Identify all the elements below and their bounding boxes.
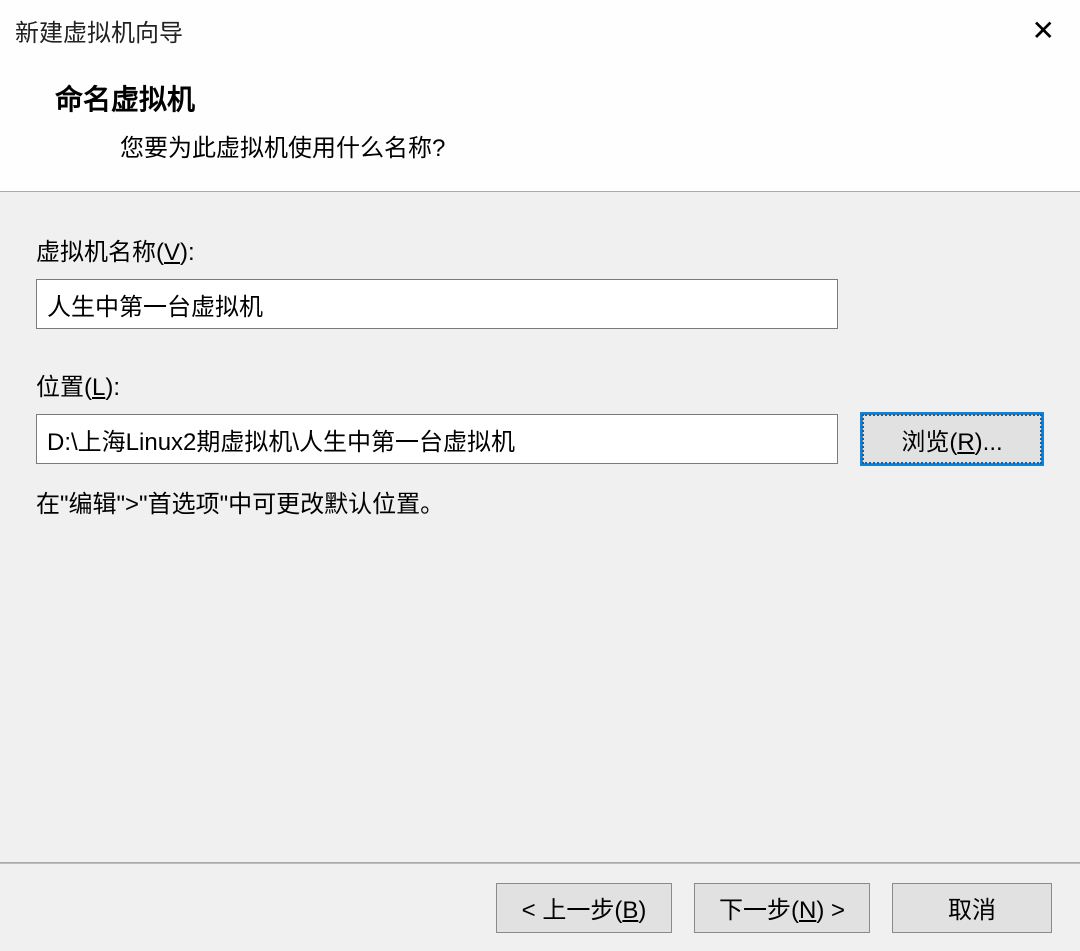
page-subtitle: 您要为此虚拟机使用什么名称?: [55, 128, 1080, 163]
window-title: 新建虚拟机向导: [15, 13, 183, 48]
title-bar: 新建虚拟机向导 ✕: [0, 0, 1080, 60]
close-icon[interactable]: ✕: [1022, 10, 1065, 51]
browse-button[interactable]: 浏览(R)...: [862, 414, 1042, 464]
location-hint: 在"编辑">"首选项"中可更改默认位置。: [36, 484, 1044, 519]
location-row: 浏览(R)...: [36, 414, 1044, 464]
wizard-header: 命名虚拟机 您要为此虚拟机使用什么名称?: [0, 60, 1080, 191]
vm-name-label: 虚拟机名称(V):: [36, 232, 1044, 267]
next-button[interactable]: 下一步(N) >: [694, 883, 870, 933]
location-input[interactable]: [36, 414, 838, 464]
footer-bar: < 上一步(B) 下一步(N) > 取消: [0, 863, 1080, 951]
content-area: 虚拟机名称(V): 位置(L): 浏览(R)... 在"编辑">"首选项"中可更…: [0, 192, 1080, 862]
cancel-button[interactable]: 取消: [892, 883, 1052, 933]
back-button[interactable]: < 上一步(B): [496, 883, 672, 933]
page-heading: 命名虚拟机: [55, 78, 1080, 118]
vm-name-input[interactable]: [36, 279, 838, 329]
location-label: 位置(L):: [36, 367, 1044, 402]
